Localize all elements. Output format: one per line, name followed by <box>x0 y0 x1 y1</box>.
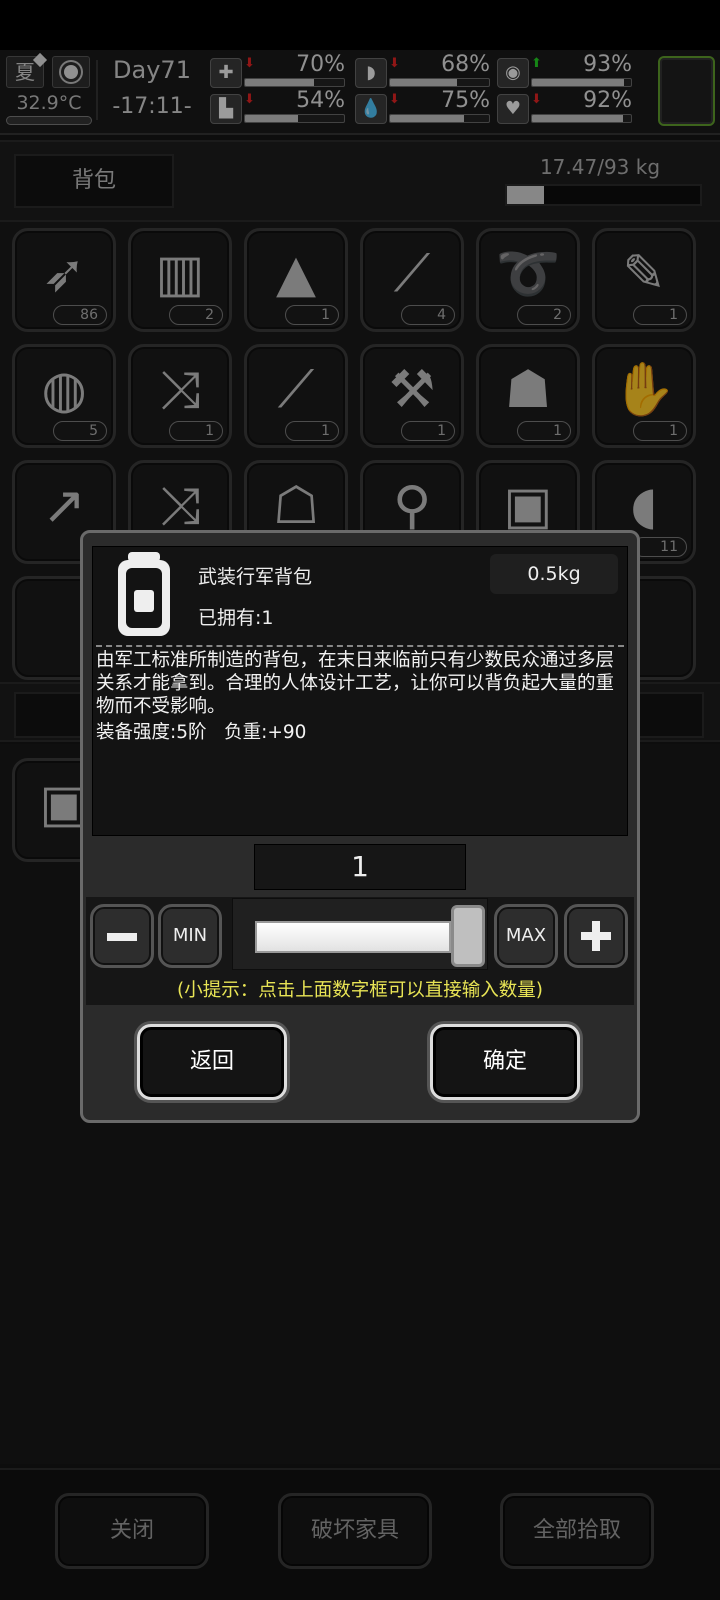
item-owned-count: 已拥有:1 <box>198 607 274 629</box>
confirm-button[interactable]: 确定 <box>430 1024 580 1100</box>
slider-handle[interactable] <box>451 905 485 967</box>
game-screen: 夏 32.9°C Day71 -17:11- ✚ ⬇ 70% ◗ ⬇ 68% ◉… <box>0 0 720 1600</box>
item-description: 由军工标准所制造的背包，在末日来临前只有少数民众通过多层关系才能拿到。合理的人体… <box>96 645 624 718</box>
increment-button[interactable] <box>564 904 628 968</box>
quantity-input[interactable]: 1 <box>254 844 466 890</box>
description-text: 由军工标准所制造的背包，在末日来临前只有少数民众通过多层关系才能拿到。合理的人体… <box>96 650 615 717</box>
min-button[interactable]: MIN <box>158 904 222 968</box>
minus-icon <box>107 933 137 941</box>
backpack-icon <box>112 552 176 640</box>
system-status-bar <box>0 0 720 50</box>
slider-track <box>255 921 451 953</box>
quantity-hint: (小提示：点击上面数字框可以直接输入数量) <box>177 980 543 1001</box>
description-divider <box>96 645 624 647</box>
item-stats: 装备强度:5阶 负重:+90 <box>96 722 307 743</box>
item-name: 武装行军背包 <box>198 566 313 588</box>
max-button[interactable]: MAX <box>494 904 558 968</box>
decrement-button[interactable] <box>90 904 154 968</box>
item-weight: 0.5kg <box>490 554 618 594</box>
back-button[interactable]: 返回 <box>137 1024 287 1100</box>
quantity-slider[interactable] <box>232 898 488 970</box>
